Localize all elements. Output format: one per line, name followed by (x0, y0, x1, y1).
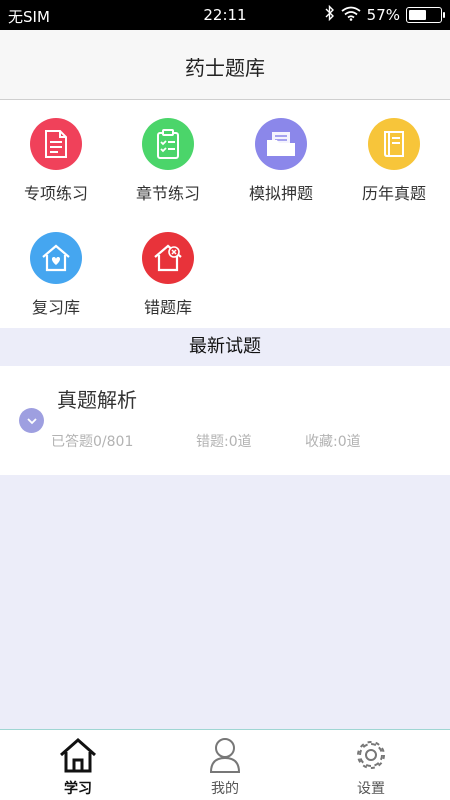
gear-icon (357, 741, 385, 769)
grid-item-past-exams[interactable]: 历年真题 (338, 100, 450, 203)
grid-item-label: 复习库 (31, 298, 80, 317)
book-icon (368, 118, 420, 170)
bluetooth-icon (325, 4, 335, 25)
grid-item-chapter-practice[interactable]: 章节练习 (112, 100, 224, 203)
exam-card[interactable]: 真题解析 已答题0/801 错题:0道 收藏:0道 (0, 366, 450, 475)
feature-grid: 专项练习 章节练习 模拟押题 历年真题 复习库 错题库 (0, 100, 450, 328)
tab-study[interactable]: 学习 (3, 730, 153, 800)
status-bar: 无SIM 22:11 57% (0, 0, 450, 30)
section-header: 最新试题 (0, 328, 450, 366)
grid-item-label: 历年真题 (361, 184, 426, 203)
answered-count: 已答题0/801 (51, 434, 134, 450)
home-heart-icon (30, 232, 82, 284)
nav-bar: 药士题库 (0, 30, 450, 100)
grid-item-label: 模拟押题 (248, 184, 313, 203)
tab-bar: 学习 我的 设置 (0, 729, 450, 800)
tab-label: 学习 (64, 781, 92, 797)
wifi-icon (341, 6, 361, 25)
tab-settings[interactable]: 设置 (296, 730, 446, 800)
card-title: 真题解析 (57, 388, 137, 412)
favorites-count: 收藏:0道 (305, 434, 361, 450)
document-icon (30, 118, 82, 170)
battery-percent: 57% (366, 6, 400, 24)
grid-item-mock-exam[interactable]: 模拟押题 (225, 100, 337, 203)
tab-mine[interactable]: 我的 (150, 730, 300, 800)
home-x-icon (142, 232, 194, 284)
tab-label: 设置 (357, 781, 385, 797)
grid-item-label: 章节练习 (135, 184, 200, 203)
tab-label: 我的 (211, 781, 239, 797)
user-icon (209, 738, 241, 773)
grid-item-label: 错题库 (143, 298, 192, 317)
home-icon (60, 737, 96, 773)
grid-item-label: 专项练习 (23, 184, 88, 203)
page-title: 药士题库 (185, 56, 265, 80)
battery-icon (406, 7, 445, 23)
grid-item-special-practice[interactable]: 专项练习 (0, 100, 112, 203)
grid-item-review-bank[interactable]: 复习库 (0, 214, 112, 317)
wrong-count: 错题:0道 (196, 434, 252, 450)
folder-documents-icon (255, 118, 307, 170)
grid-item-wrong-bank[interactable]: 错题库 (112, 214, 224, 317)
chevron-down-icon (26, 417, 37, 424)
clipboard-checklist-icon (142, 118, 194, 170)
expand-toggle[interactable] (19, 408, 44, 433)
